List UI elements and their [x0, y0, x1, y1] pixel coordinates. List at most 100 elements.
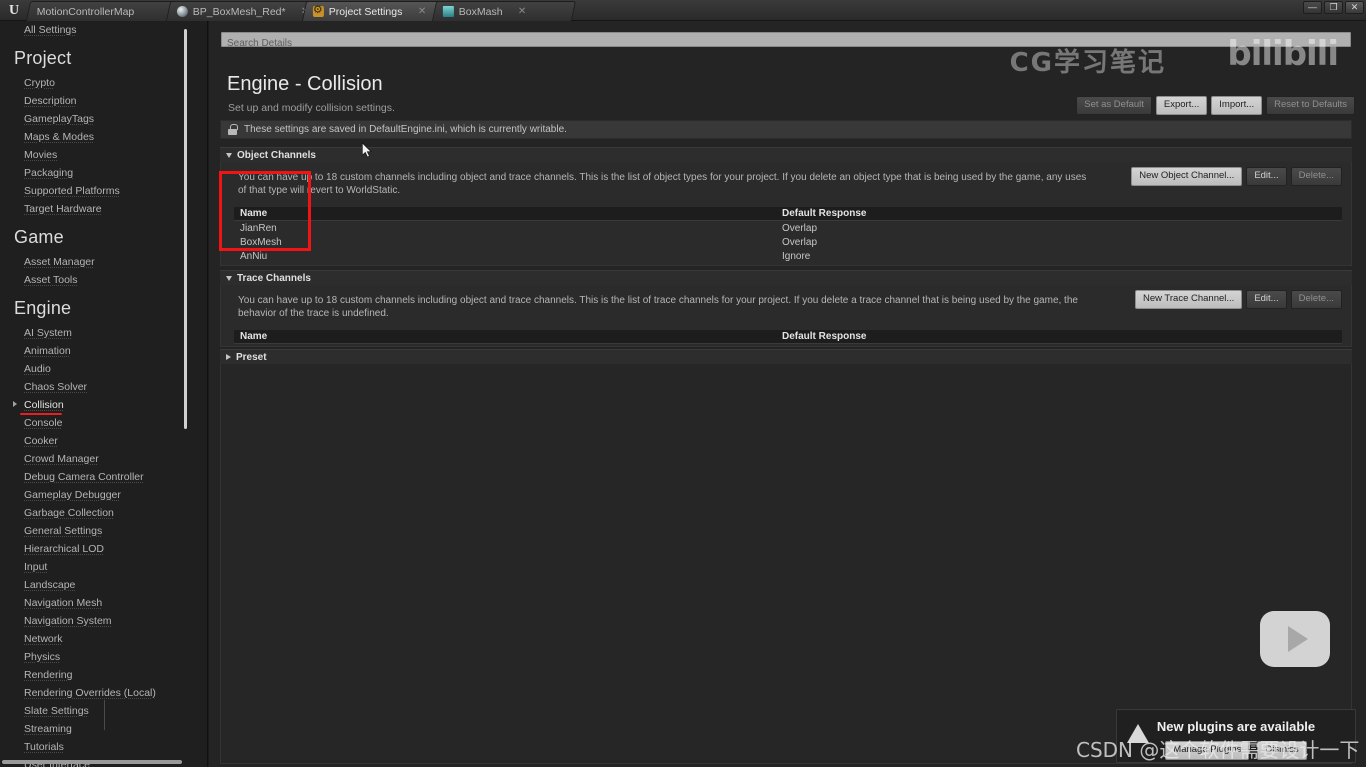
sidebar-item-asset-tools[interactable]: Asset Tools	[0, 271, 190, 289]
sidebar-item-all-settings[interactable]: All Settings	[0, 21, 190, 39]
search-details-field[interactable]	[221, 32, 1351, 50]
sidebar-item-network[interactable]: Network	[0, 630, 190, 648]
sidebar-item-movies[interactable]: Movies	[0, 146, 190, 164]
trace-channels-body: You can have up to 18 custom channels in…	[220, 285, 1352, 347]
new-trace-channel-button[interactable]: New Trace Channel...	[1134, 290, 1243, 309]
sidebar-item-packaging[interactable]: Packaging	[0, 164, 190, 182]
section-title: Trace Channels	[237, 272, 311, 284]
sidebar-item-landscape[interactable]: Landscape	[0, 576, 190, 594]
tab-label: BP_BoxMesh_Red*	[192, 5, 286, 18]
warning-icon	[1127, 724, 1149, 743]
sidebar-item-crowd-manager[interactable]: Crowd Manager	[0, 450, 190, 468]
page-title: Engine - Collision	[227, 73, 383, 95]
sidebar-item-description[interactable]: Description	[0, 92, 190, 110]
sidebar-item-navigation-system[interactable]: Navigation System	[0, 612, 190, 630]
sidebar-item-slate-settings[interactable]: Slate Settings	[0, 702, 190, 720]
search-input[interactable]	[222, 37, 1350, 50]
sidebar-item-label: Animation	[24, 345, 71, 357]
sidebar-item-collision[interactable]: Collision	[0, 396, 190, 415]
table-row[interactable]: JianRen Overlap	[234, 221, 1342, 235]
minimize-button[interactable]: —	[1303, 1, 1322, 14]
sidebar-item-hierarchical-lod[interactable]: Hierarchical LOD	[0, 540, 190, 558]
sidebar-item-input[interactable]: Input	[0, 558, 190, 576]
delete-object-channel-button[interactable]: Delete...	[1290, 167, 1342, 186]
tab-motion-controller-map[interactable]: MotionControllerMap	[25, 1, 181, 21]
table-row[interactable]: BoxMesh Overlap	[234, 235, 1342, 249]
sidebar-item-target-hardware[interactable]: Target Hardware	[0, 200, 190, 218]
sidebar-heading-project: Project	[14, 48, 72, 68]
trace-channels-table: Name Default Response	[234, 330, 1342, 344]
import-button[interactable]: Import...	[1211, 96, 1263, 115]
tab-bp-boxmesh-red[interactable]: BP_BoxMesh_Red* ✕	[165, 1, 317, 21]
close-button[interactable]: ✕	[1345, 1, 1364, 14]
unreal-logo-icon: U	[8, 3, 20, 18]
new-object-channel-button[interactable]: New Object Channel...	[1131, 167, 1243, 186]
sidebar-item-chaos-solver[interactable]: Chaos Solver	[0, 378, 190, 396]
table-header-row: Name Default Response	[234, 207, 1342, 221]
sidebar-item-label: General Settings	[24, 525, 103, 537]
section-title: Object Channels	[237, 149, 316, 161]
sidebar-item-general-settings[interactable]: General Settings	[0, 522, 190, 540]
tab-label: BoxMash	[458, 5, 503, 18]
sidebar-item-label: Description	[24, 95, 77, 107]
sidebar-horizontal-scrollbar[interactable]	[2, 760, 182, 764]
tab-label: MotionControllerMap	[36, 5, 135, 18]
trace-channels-header[interactable]: Trace Channels	[220, 270, 1352, 285]
sidebar-item-rendering-overrides-local[interactable]: Rendering Overrides (Local)	[0, 684, 190, 702]
column-header-name[interactable]: Name	[234, 208, 782, 219]
sidebar-item-label: Network	[24, 633, 63, 645]
sidebar-item-gameplay-debugger[interactable]: Gameplay Debugger	[0, 486, 190, 504]
column-header-name[interactable]: Name	[234, 331, 782, 342]
sidebar-item-cooker[interactable]: Cooker	[0, 432, 190, 450]
sidebar-vertical-scrollbar[interactable]	[184, 29, 187, 429]
sidebar-item-garbage-collection[interactable]: Garbage Collection	[0, 504, 190, 522]
dismiss-button[interactable]: Dismiss	[1257, 741, 1307, 760]
plugins-notification[interactable]: New plugins are available Manage Plugins…	[1116, 709, 1356, 763]
close-icon[interactable]: ✕	[518, 6, 526, 17]
sidebar-item-label: Crypto	[24, 77, 55, 89]
sphere-icon	[176, 6, 188, 17]
channel-name: AnNiu	[240, 250, 268, 262]
tab-boxmash[interactable]: BoxMash ✕	[431, 1, 577, 21]
sidebar-item-ai-system[interactable]: AI System	[0, 324, 190, 342]
delete-trace-channel-button[interactable]: Delete...	[1290, 290, 1342, 309]
edit-trace-channel-button[interactable]: Edit...	[1246, 290, 1287, 309]
sidebar-item-label: Console	[24, 417, 63, 429]
app-window: U MotionControllerMap BP_BoxMesh_Red* ✕ …	[0, 0, 1366, 767]
column-header-default-response[interactable]: Default Response	[782, 208, 1342, 219]
object-channels-header[interactable]: Object Channels	[220, 147, 1352, 162]
sidebar-item-console[interactable]: Console	[0, 414, 190, 432]
set-as-default-button[interactable]: Set as Default	[1076, 96, 1152, 115]
sidebar-item-audio[interactable]: Audio	[0, 360, 190, 378]
manage-plugins-button[interactable]: Manage Plugins	[1165, 741, 1250, 760]
trace-channels-buttons: New Trace Channel... Edit... Delete...	[1134, 290, 1342, 309]
sidebar-item-animation[interactable]: Animation	[0, 342, 190, 360]
sidebar-item-asset-manager[interactable]: Asset Manager	[0, 253, 190, 271]
close-icon[interactable]: ✕	[417, 6, 425, 17]
sidebar-item-navigation-mesh[interactable]: Navigation Mesh	[0, 594, 190, 612]
sidebar-item-debug-camera-controller[interactable]: Debug Camera Controller	[0, 468, 190, 486]
maximize-button[interactable]: ❐	[1324, 1, 1343, 14]
sidebar-item-maps-modes[interactable]: Maps & Modes	[0, 128, 190, 146]
sidebar-item-label: Asset Manager	[24, 256, 95, 268]
export-button[interactable]: Export...	[1155, 96, 1208, 115]
settings-sidebar[interactable]: All Settings Project Crypto Description Game…	[0, 21, 208, 767]
page-subtitle: Set up and modify collision settings.	[228, 102, 395, 114]
sidebar-item-gameplaytags[interactable]: GameplayTags	[0, 110, 190, 128]
sidebar-item-physics[interactable]: Physics	[0, 648, 190, 666]
sidebar-item-tutorials[interactable]: Tutorials	[0, 738, 190, 756]
table-row[interactable]: AnNiu Ignore	[234, 249, 1342, 263]
column-header-default-response[interactable]: Default Response	[782, 331, 1342, 342]
notification-title: New plugins are available	[1156, 719, 1316, 734]
reset-to-defaults-button[interactable]: Reset to Defaults	[1266, 96, 1355, 115]
sidebar-item-streaming[interactable]: Streaming	[0, 720, 190, 738]
preset-header[interactable]: Preset	[220, 349, 1352, 364]
tab-project-settings[interactable]: Project Settings ✕	[301, 1, 447, 21]
sidebar-item-crypto[interactable]: Crypto	[0, 74, 190, 92]
edit-object-channel-button[interactable]: Edit...	[1246, 167, 1287, 186]
sidebar-item-rendering[interactable]: Rendering	[0, 666, 190, 684]
sidebar-item-label: Audio	[24, 363, 51, 375]
unlock-icon	[228, 124, 238, 135]
sidebar-item-label: Input	[24, 561, 48, 573]
sidebar-item-supported-platforms[interactable]: Supported Platforms	[0, 182, 190, 200]
